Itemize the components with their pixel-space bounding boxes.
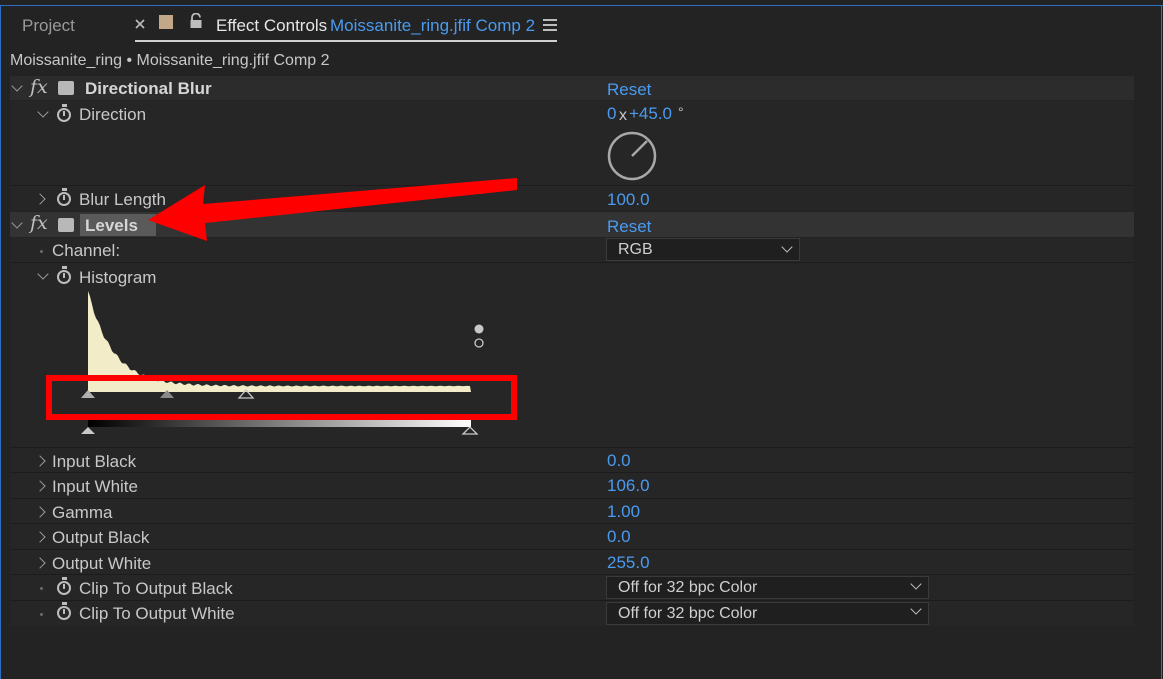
clip-white-dropdown-value: Off for 32 bpc Color [618,605,758,622]
input-white-label: Input White [52,477,138,496]
input-black-label: Input Black [52,452,137,471]
property-row-output-white [10,550,1134,575]
row-separator [10,472,1134,473]
histogram-channel-toggle-filled[interactable] [474,324,484,334]
property-row-output-black [10,524,1134,549]
input-white-value[interactable]: 106.0 [607,476,650,496]
output-black-value[interactable]: 0.0 [607,527,631,547]
row-separator [10,523,1134,524]
clip-black-dropdown[interactable]: Off for 32 bpc Color [606,576,929,599]
gamma-value[interactable]: 1.00 [607,502,640,522]
clip-black-label: Clip To Output Black [79,579,233,598]
output-white-value[interactable]: 255.0 [607,553,650,573]
histogram-channel-toggle-outline[interactable] [474,338,484,348]
output-black-slider[interactable] [81,427,95,434]
property-row-gamma [10,499,1134,524]
property-row-input-white [10,473,1134,498]
stopwatch-icon[interactable] [57,577,71,595]
annotation-arrow [148,178,517,241]
clip-white-dropdown[interactable]: Off for 32 bpc Color [606,602,929,625]
input-black-value[interactable]: 0.0 [607,451,631,471]
row-dot-marker [40,587,43,590]
output-white-slider[interactable] [461,426,479,435]
gamma-label: Gamma [52,503,113,522]
clip-white-label: Clip To Output White [79,604,235,623]
output-gradient-bar [88,420,471,427]
row-separator [10,498,1134,499]
property-row-input-black [10,448,1134,473]
row-dot-marker [40,613,43,616]
row-separator [10,447,1134,448]
clip-black-dropdown-value: Off for 32 bpc Color [618,579,758,596]
output-white-label: Output White [52,554,152,573]
row-separator [10,549,1134,550]
stopwatch-icon[interactable] [57,602,71,620]
output-black-label: Output Black [52,528,150,547]
